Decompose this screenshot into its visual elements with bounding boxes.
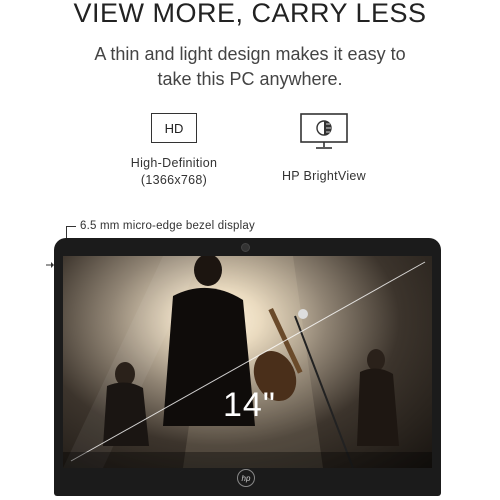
- bezel-note: 6.5 mm micro-edge bezel display: [80, 220, 255, 232]
- feature-brightview: HP BrightView: [254, 113, 394, 185]
- feature-hd-label-line2: (1366x768): [140, 173, 208, 187]
- subheadline: A thin and light design makes it easy to…: [94, 44, 406, 89]
- hd-icon: HD: [151, 113, 197, 143]
- feature-hd: HD High-Definition (1366x768): [104, 113, 244, 189]
- screen-size-label: 14": [223, 386, 276, 424]
- bezel-callout-line: [66, 226, 76, 227]
- feature-hd-label-line1: High-Definition: [130, 156, 218, 170]
- laptop-display: 14" hp: [54, 238, 441, 496]
- headline: VIEW MORE, CARRY LESS: [73, 0, 427, 28]
- feature-brightview-label-line1: HP BrightView: [281, 169, 367, 183]
- hp-logo: hp: [237, 469, 255, 487]
- laptop-screen: 14": [63, 256, 432, 468]
- webcam: [241, 243, 250, 252]
- feature-brightview-label: HP BrightView: [254, 168, 394, 185]
- feature-hd-label: High-Definition (1366x768): [104, 155, 244, 189]
- brightview-monitor-icon: [300, 113, 348, 149]
- concert-scene-image: [63, 256, 432, 468]
